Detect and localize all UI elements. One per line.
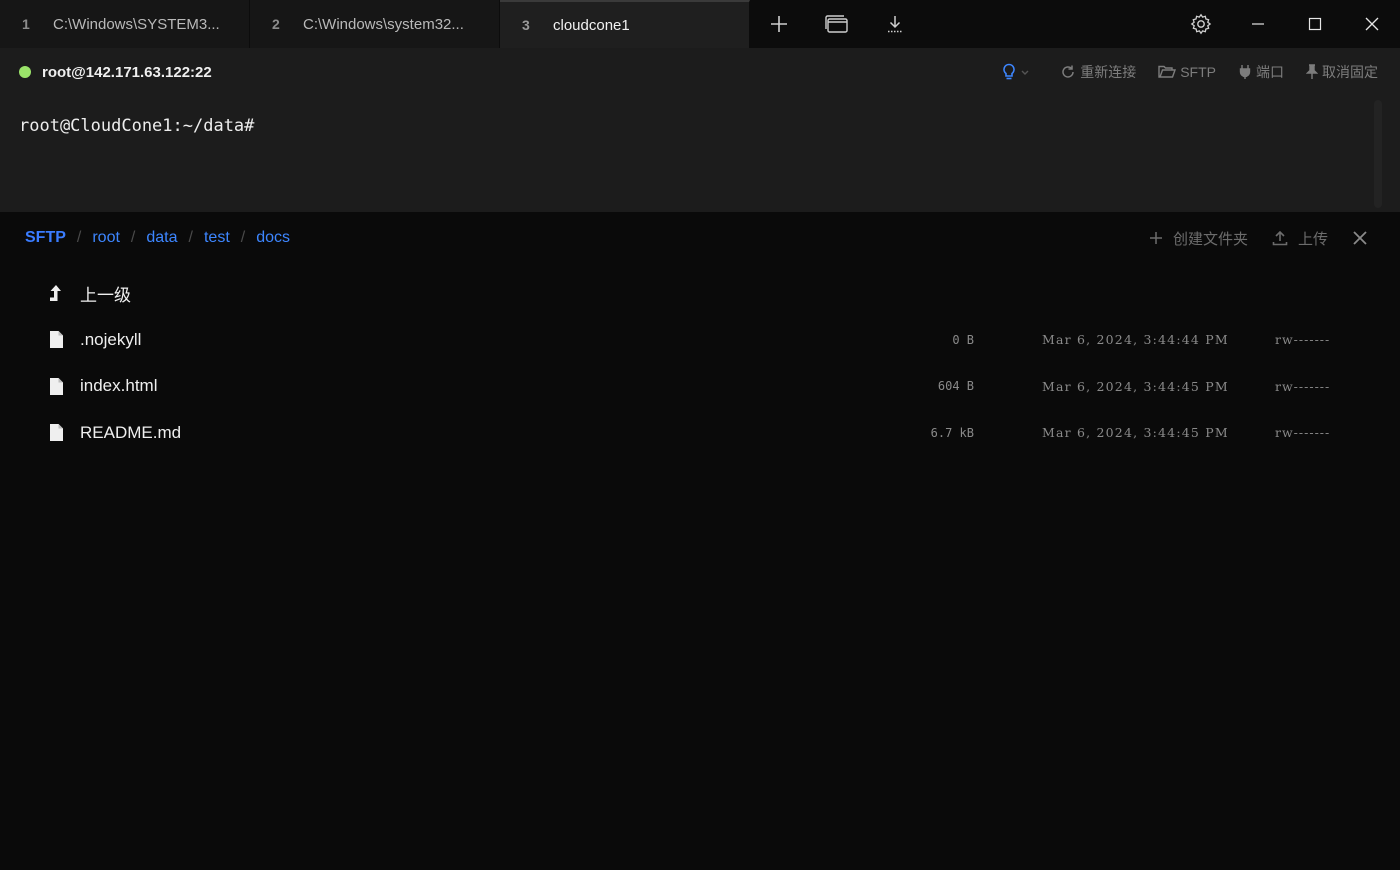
sftp-header: SFTP / root / data / test / docs 创建文件夹 上… xyxy=(0,212,1400,264)
file-icon xyxy=(48,330,64,350)
create-folder-button[interactable]: 创建文件夹 xyxy=(1149,228,1248,249)
minimize-icon xyxy=(1251,23,1264,25)
upload-button[interactable]: 上传 xyxy=(1272,228,1328,249)
file-row[interactable]: index.html 604 B Mar 6, 2024, 3:44:45 PM… xyxy=(0,363,1400,410)
unpin-label: 取消固定 xyxy=(1322,64,1378,80)
title-bar: 1 C:\Windows\SYSTEM3... 2 C:\Windows\sys… xyxy=(0,0,1400,48)
host-label: root@142.171.63.122:22 xyxy=(42,63,212,81)
maximize-button[interactable] xyxy=(1286,0,1343,48)
parent-directory-row[interactable]: 上一级 xyxy=(0,270,1400,317)
settings-button[interactable] xyxy=(1172,0,1229,48)
file-size: 604 B xyxy=(937,379,974,394)
file-modified: Mar 6, 2024, 3:44:44 PM xyxy=(1042,332,1229,348)
breadcrumb: SFTP / root / data / test / docs xyxy=(25,229,290,247)
parent-label: 上一级 xyxy=(80,285,131,305)
tab-number: 3 xyxy=(522,17,530,33)
tab-2[interactable]: 2 C:\Windows\system32... xyxy=(250,0,500,48)
folder-open-icon xyxy=(1158,65,1177,78)
close-icon xyxy=(1353,231,1367,245)
tab-label: C:\Windows\SYSTEM3... xyxy=(53,15,220,33)
tab-1[interactable]: 1 C:\Windows\SYSTEM3... xyxy=(0,0,250,48)
reconnect-label: 重新连接 xyxy=(1080,64,1137,80)
sftp-label: SFTP xyxy=(1180,64,1216,80)
file-modified: Mar 6, 2024, 3:44:45 PM xyxy=(1042,425,1229,441)
breadcrumb-separator: / xyxy=(76,229,82,246)
close-sftp-button[interactable] xyxy=(1352,230,1368,246)
file-permissions: rw------- xyxy=(1275,332,1331,348)
pin-icon xyxy=(1306,64,1318,79)
file-icon xyxy=(48,423,64,443)
port-forward-button[interactable]: 端口 xyxy=(1238,62,1284,82)
file-permissions: rw------- xyxy=(1275,378,1331,394)
file-modified: Mar 6, 2024, 3:44:45 PM xyxy=(1042,378,1229,394)
breadcrumb-separator: / xyxy=(130,229,136,246)
tab-number: 2 xyxy=(272,16,280,32)
file-size: 0 B xyxy=(952,332,974,347)
file-list: 上一级 .nojekyll 0 B Mar 6, 2024, 3:44:44 P… xyxy=(0,270,1400,456)
plug-icon xyxy=(1239,65,1251,79)
tab-number: 1 xyxy=(22,16,30,32)
upload-icon xyxy=(1272,230,1288,246)
connection-bar: root@142.171.63.122:22 重新连接 SFTP 端口 取消固定 xyxy=(0,48,1400,96)
terminal-prompt: root@CloudCone1:~/data# xyxy=(19,116,255,136)
file-icon xyxy=(48,376,64,396)
minimize-button[interactable] xyxy=(1229,0,1286,48)
create-folder-label: 创建文件夹 xyxy=(1172,230,1248,248)
breadcrumb-data[interactable]: data xyxy=(146,229,177,247)
breadcrumb-sftp[interactable]: SFTP xyxy=(25,229,66,247)
download-icon xyxy=(888,16,902,33)
file-size: 6.7 kB xyxy=(930,425,974,440)
breadcrumb-test[interactable]: test xyxy=(204,229,230,247)
port-label: 端口 xyxy=(1256,64,1284,80)
plus-icon xyxy=(771,16,787,32)
tab-label: cloudcone1 xyxy=(553,16,630,34)
download-button[interactable] xyxy=(866,0,924,48)
file-name: README.md xyxy=(80,422,182,442)
maximize-icon xyxy=(1308,17,1321,31)
arrow-up-icon xyxy=(48,283,64,303)
window-button[interactable] xyxy=(808,0,866,48)
title-spacer xyxy=(924,0,1172,48)
upload-label: 上传 xyxy=(1297,230,1328,248)
terminal-pane[interactable]: root@CloudCone1:~/data# xyxy=(0,96,1400,212)
tab-3-active[interactable]: 3 cloudcone1 xyxy=(500,0,750,48)
gear-icon xyxy=(1190,13,1211,35)
lightbulb-icon xyxy=(1003,63,1015,80)
breadcrumb-root[interactable]: root xyxy=(92,229,120,247)
new-tab-button[interactable] xyxy=(750,0,808,48)
tips-button[interactable] xyxy=(1002,63,1030,81)
refresh-icon xyxy=(1062,65,1074,78)
file-row[interactable]: .nojekyll 0 B Mar 6, 2024, 3:44:44 PM rw… xyxy=(0,317,1400,364)
file-name: index.html xyxy=(80,376,158,396)
chevron-down-icon xyxy=(1021,70,1029,75)
close-window-button[interactable] xyxy=(1343,0,1400,48)
file-permissions: rw------- xyxy=(1275,425,1331,441)
reconnect-button[interactable]: 重新连接 xyxy=(1060,62,1136,82)
file-row[interactable]: README.md 6.7 kB Mar 6, 2024, 3:44:45 PM… xyxy=(0,410,1400,457)
tab-label: C:\Windows\system32... xyxy=(303,15,464,33)
sftp-toggle-button[interactable]: SFTP xyxy=(1158,64,1216,80)
breadcrumb-separator: / xyxy=(188,229,193,246)
sftp-panel: SFTP / root / data / test / docs 创建文件夹 上… xyxy=(0,212,1400,870)
unpin-button[interactable]: 取消固定 xyxy=(1306,62,1378,82)
plus-icon xyxy=(1149,232,1162,244)
breadcrumb-separator: / xyxy=(240,229,246,246)
tab-actions xyxy=(750,0,924,48)
breadcrumb-docs[interactable]: docs xyxy=(256,229,290,247)
status-dot xyxy=(19,66,31,78)
file-name: .nojekyll xyxy=(80,329,142,349)
window-icon xyxy=(825,15,848,33)
terminal-scrollbar[interactable] xyxy=(1374,100,1382,208)
close-icon xyxy=(1365,17,1378,31)
